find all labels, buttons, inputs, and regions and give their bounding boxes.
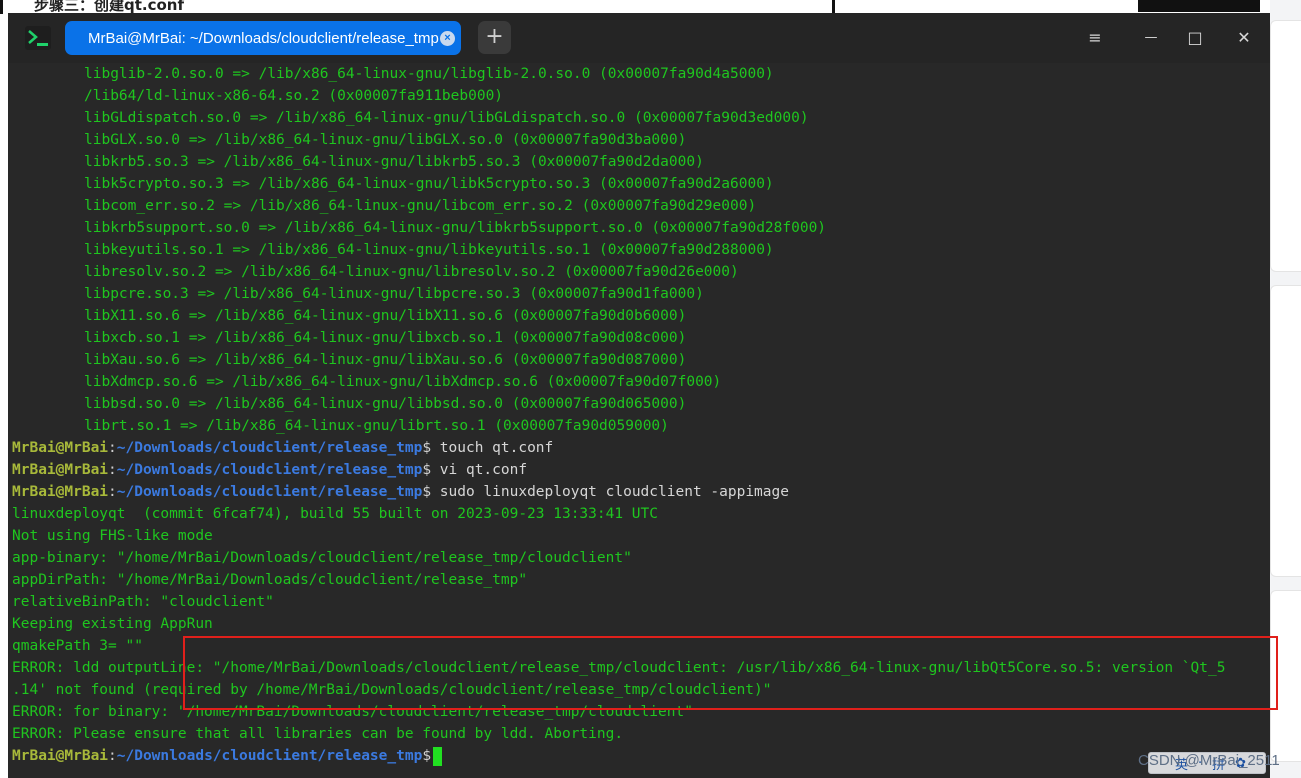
terminal-line: libkrb5support.so.0 => /lib/x86_64-linux…	[84, 220, 827, 236]
background-divider	[832, 0, 835, 14]
prompt-user: MrBai@MrBai	[12, 440, 109, 456]
terminal-line: libXdmcp.so.6 => /lib/x86_64-linux-gnu/l…	[84, 374, 722, 390]
prompt-path: ~/Downloads/cloudclient/release_tmp	[116, 462, 423, 478]
prompt-dollar: $	[422, 484, 432, 500]
prompt-path: ~/Downloads/cloudclient/release_tmp	[116, 484, 423, 500]
text-cursor	[433, 746, 443, 766]
prompt-user: MrBai@MrBai	[12, 484, 109, 500]
terminal-line: .14' not found (required by /home/MrBai/…	[12, 682, 772, 698]
prompt-line: MrBai@MrBai:~/Downloads/cloudclient/rele…	[12, 437, 553, 459]
terminal-line: libGLdispatch.so.0 => /lib/x86_64-linux-…	[84, 110, 809, 126]
terminal-line: Keeping existing AppRun	[12, 616, 213, 632]
terminal-line: libkeyutils.so.1 => /lib/x86_64-linux-gn…	[84, 242, 774, 258]
prompt-line: MrBai@MrBai:~/Downloads/cloudclient/rele…	[12, 745, 443, 767]
tab-close-icon[interactable]: ×	[440, 31, 455, 46]
tab-title: MrBai@MrBai: ~/Downloads/cloudclient/rel…	[88, 29, 439, 47]
prompt-user: MrBai@MrBai	[12, 748, 109, 764]
terminal-line: libXau.so.6 => /lib/x86_64-linux-gnu/lib…	[84, 352, 687, 368]
terminal-line: linuxdeployqt (commit 6fcaf74), build 55…	[12, 506, 659, 522]
background-card	[1270, 285, 1301, 577]
terminal-output[interactable]: libglib-2.0.so.0 => /lib/x86_64-linux-gn…	[12, 63, 1268, 778]
title-bar: MrBai@MrBai: ~/Downloads/cloudclient/rel…	[8, 13, 1270, 63]
maximize-button[interactable]: □	[1182, 25, 1208, 51]
terminal-line: ERROR: Please ensure that all libraries …	[12, 726, 624, 742]
prompt-dollar: $	[422, 748, 432, 764]
add-tab-button[interactable]: +	[478, 21, 511, 54]
terminal-line: ERROR: for binary: "/home/MrBai/Download…	[12, 704, 693, 720]
terminal-app-icon[interactable]	[25, 26, 51, 50]
menu-icon[interactable]: ≡	[1082, 25, 1108, 51]
prompt-user: MrBai@MrBai	[12, 462, 109, 478]
background-image-edge	[1138, 0, 1260, 12]
command-text: vi qt.conf	[431, 462, 528, 478]
terminal-line: libkrb5.so.3 => /lib/x86_64-linux-gnu/li…	[84, 154, 704, 170]
terminal-line: qmakePath 3= ""	[12, 638, 143, 654]
prompt-separator: :	[108, 440, 117, 456]
prompt-line: MrBai@MrBai:~/Downloads/cloudclient/rele…	[12, 459, 527, 481]
terminal-line: libbsd.so.0 => /lib/x86_64-linux-gnu/lib…	[84, 396, 687, 412]
tab-terminal-session[interactable]: MrBai@MrBai: ~/Downloads/cloudclient/rel…	[65, 21, 461, 55]
terminal-line: /lib64/ld-linux-x86-64.so.2 (0x00007fa91…	[84, 88, 504, 104]
prompt-separator: :	[108, 484, 117, 500]
prompt-path: ~/Downloads/cloudclient/release_tmp	[116, 748, 423, 764]
terminal-line: Not using FHS-like mode	[12, 528, 213, 544]
terminal-line: relativeBinPath: "cloudclient"	[12, 594, 274, 610]
terminal-line: libxcb.so.1 => /lib/x86_64-linux-gnu/lib…	[84, 330, 687, 346]
background-card	[1270, 20, 1301, 272]
close-button[interactable]: ✕	[1231, 25, 1257, 51]
terminal-line: libGLX.so.0 => /lib/x86_64-linux-gnu/lib…	[84, 132, 687, 148]
background-card	[1270, 590, 1301, 762]
minimize-button[interactable]: —	[1138, 25, 1164, 51]
terminal-line: libk5crypto.so.3 => /lib/x86_64-linux-gn…	[84, 176, 774, 192]
terminal-line: ERROR: ldd outputLine: "/home/MrBai/Down…	[12, 660, 1226, 676]
prompt-dollar: $	[422, 440, 432, 456]
background-divider	[0, 0, 3, 14]
prompt-dollar: $	[422, 462, 432, 478]
terminal-line: libglib-2.0.so.0 => /lib/x86_64-linux-gn…	[84, 66, 774, 82]
prompt-line: MrBai@MrBai:~/Downloads/cloudclient/rele…	[12, 481, 789, 503]
prompt-separator: :	[108, 748, 117, 764]
terminal-window: MrBai@MrBai: ~/Downloads/cloudclient/rel…	[8, 13, 1270, 778]
command-text: touch qt.conf	[431, 440, 554, 456]
terminal-line: libpcre.so.3 => /lib/x86_64-linux-gnu/li…	[84, 286, 704, 302]
terminal-line: libresolv.so.2 => /lib/x86_64-linux-gnu/…	[84, 264, 739, 280]
terminal-line: libX11.so.6 => /lib/x86_64-linux-gnu/lib…	[84, 308, 687, 324]
watermark: CSDN @MrBai_2511	[1138, 752, 1280, 769]
terminal-line: librt.so.1 => /lib/x86_64-linux-gnu/libr…	[84, 418, 669, 434]
command-text: sudo linuxdeployqt cloudclient -appimage	[431, 484, 789, 500]
prompt-separator: :	[108, 462, 117, 478]
prompt-path: ~/Downloads/cloudclient/release_tmp	[116, 440, 423, 456]
terminal-line: appDirPath: "/home/MrBai/Downloads/cloud…	[12, 572, 528, 588]
terminal-line: libcom_err.so.2 => /lib/x86_64-linux-gnu…	[84, 198, 757, 214]
terminal-line: app-binary: "/home/MrBai/Downloads/cloud…	[12, 550, 632, 566]
